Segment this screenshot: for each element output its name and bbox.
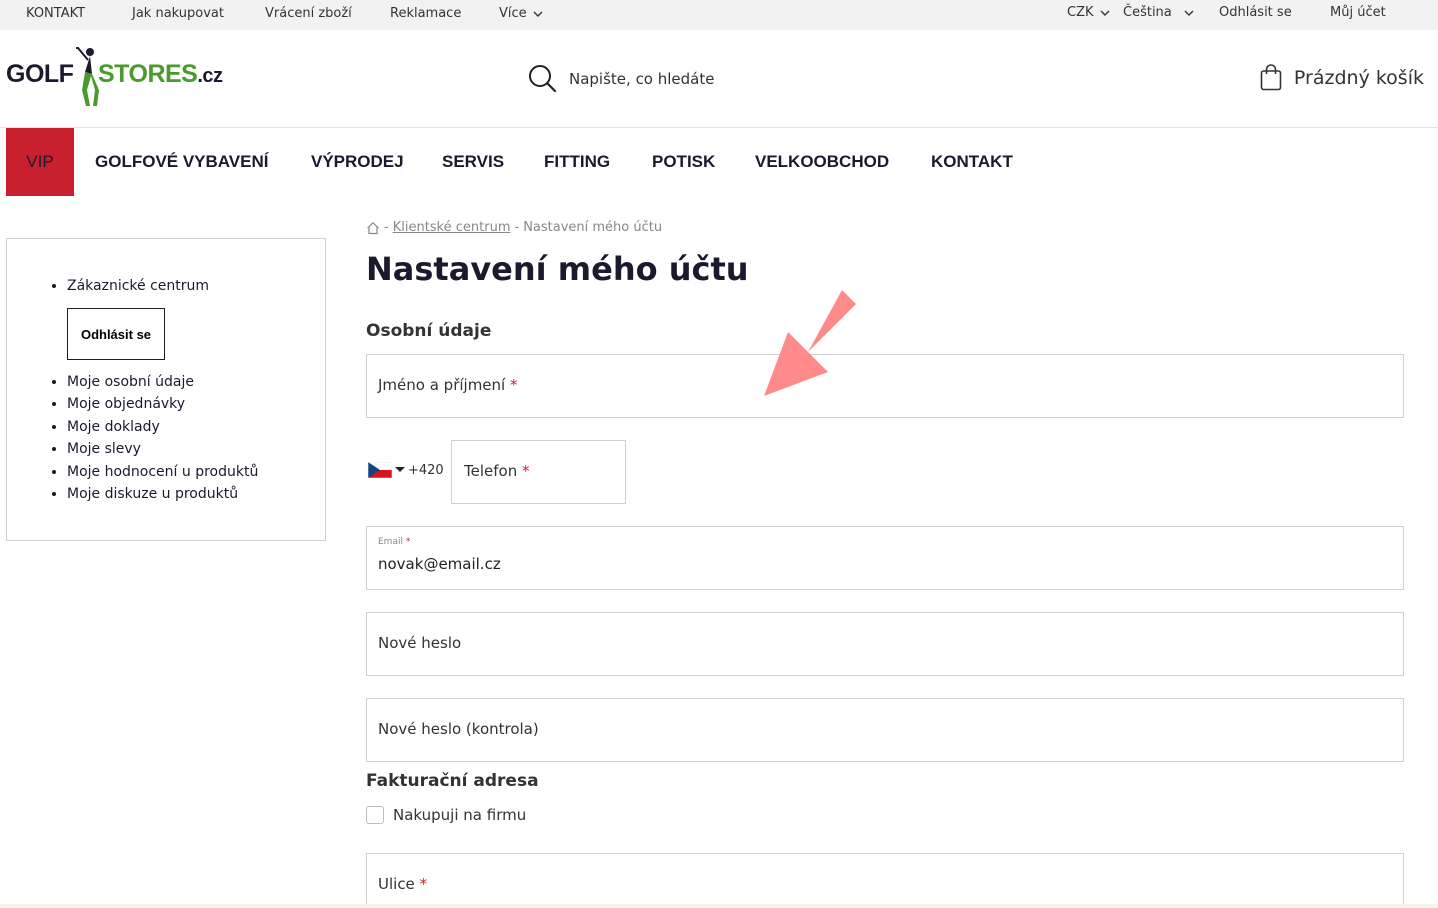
top-link-returns[interactable]: Vrácení zboží [265, 6, 352, 21]
nav-item-print[interactable]: POTISK [652, 128, 715, 196]
street-label: Ulice * [378, 875, 428, 893]
top-utility-bar: KONTAKT Jak nakupovat Vrácení zboží Rekl… [0, 0, 1438, 30]
sidebar-item-product-ratings[interactable]: Moje hodnocení u produktů [67, 461, 258, 483]
sidebar-item-personal-info[interactable]: Moje osobní údaje [67, 371, 258, 393]
sidebar-list-top: Zákaznické centrum [67, 275, 209, 297]
top-link-how-to-buy[interactable]: Jak nakupovat [132, 6, 224, 21]
shopping-bag-icon [1260, 64, 1282, 91]
new-password-confirm-field[interactable]: Nové heslo (kontrola) [366, 698, 1404, 762]
chevron-down-icon [1184, 10, 1194, 16]
top-link-complaints[interactable]: Reklamace [390, 6, 461, 21]
logo-text-golf: GOLF [6, 60, 74, 88]
chevron-down-icon [533, 11, 543, 17]
nav-item-service[interactable]: SERVIS [442, 128, 504, 196]
company-purchase-checkbox-row[interactable]: Nakupuji na firmu [366, 806, 526, 824]
annotation-arrow-icon [764, 290, 856, 396]
full-name-field[interactable]: Jméno a příjmení * [366, 354, 1404, 418]
breadcrumb-link-client-center[interactable]: Klientské centrum [393, 220, 511, 235]
email-label: Email * [378, 537, 411, 547]
phone-country-selector[interactable]: +420 [368, 462, 444, 478]
chevron-down-icon [1100, 10, 1110, 16]
sidebar-item-customer-center[interactable]: Zákaznické centrum [67, 275, 209, 297]
full-name-label: Jméno a příjmení * [378, 376, 518, 394]
currency-label: CZK [1067, 5, 1094, 20]
search-input[interactable]: Napište, co hledáte [569, 70, 714, 88]
top-link-my-account[interactable]: Můj účet [1330, 5, 1386, 20]
czech-flag-icon [368, 462, 392, 478]
nav-item-sale[interactable]: VÝPRODEJ [311, 128, 404, 196]
sidebar-item-documents[interactable]: Moje doklady [67, 416, 258, 438]
top-link-contact[interactable]: KONTAKT [26, 6, 85, 21]
bottom-strip [0, 904, 1438, 908]
section-title-billing: Fakturační adresa [366, 771, 539, 791]
cart-button[interactable]: Prázdný košík [1260, 64, 1424, 91]
site-header: GOLF STORES.cz Napište, co hledáte Prázd… [0, 30, 1438, 128]
sidebar-logout-button[interactable]: Odhlásit se [67, 308, 165, 360]
search-icon [529, 65, 557, 93]
logo-text-stores: STORES.cz [98, 60, 223, 88]
nav-item-contact[interactable]: KONTAKT [931, 128, 1013, 196]
home-icon[interactable] [366, 221, 380, 235]
email-value: novak@email.cz [378, 555, 501, 573]
phone-prefix-value: +420 [408, 462, 444, 478]
page-title: Nastavení mého účtu [366, 250, 749, 288]
top-link-logout[interactable]: Odhlásit se [1219, 5, 1292, 20]
email-field[interactable]: Email * novak@email.cz [366, 526, 1404, 590]
section-title-personal: Osobní údaje [366, 321, 492, 341]
sidebar-item-discounts[interactable]: Moje slevy [67, 438, 258, 460]
sidebar-list: Moje osobní údaje Moje objednávky Moje d… [67, 371, 258, 505]
main-nav: VIP GOLFOVÉ VYBAVENÍ VÝPRODEJ SERVIS FIT… [0, 128, 1438, 196]
top-more-dropdown[interactable]: Více [499, 6, 543, 21]
company-purchase-label: Nakupuji na firmu [393, 806, 527, 824]
caret-down-icon [395, 467, 405, 472]
breadcrumb: - Klientské centrum - Nastavení mého účt… [366, 220, 662, 235]
search-box[interactable]: Napište, co hledáte [528, 64, 714, 93]
company-purchase-checkbox[interactable] [366, 806, 384, 824]
account-sidebar: Zákaznické centrum Odhlásit se Moje osob… [6, 238, 326, 541]
new-password-field[interactable]: Nové heslo [366, 612, 1404, 676]
nav-item-vip[interactable]: VIP [6, 128, 74, 196]
top-more-label: Více [499, 6, 527, 21]
sidebar-item-orders[interactable]: Moje objednávky [67, 393, 258, 415]
breadcrumb-current: Nastavení mého účtu [523, 220, 663, 235]
language-label: Čeština [1123, 5, 1172, 20]
phone-label: Telefon * [464, 462, 530, 480]
breadcrumb-separator: - [514, 220, 520, 235]
phone-field[interactable]: Telefon * [451, 440, 626, 504]
cart-label: Prázdný košík [1293, 66, 1424, 89]
nav-item-golf-equipment[interactable]: GOLFOVÉ VYBAVENÍ [95, 128, 269, 196]
nav-item-fitting[interactable]: FITTING [544, 128, 610, 196]
street-field[interactable]: Ulice * [366, 853, 1404, 908]
breadcrumb-separator: - [384, 220, 389, 235]
new-password-label: Nové heslo [378, 634, 462, 652]
nav-item-wholesale[interactable]: VELKOOBCHOD [755, 128, 889, 196]
sidebar-item-product-discussions[interactable]: Moje diskuze u produktů [67, 483, 258, 505]
site-logo[interactable]: GOLF STORES.cz [6, 44, 236, 108]
new-password-confirm-label: Nové heslo (kontrola) [378, 720, 539, 738]
language-dropdown[interactable]: Čeština [1123, 5, 1194, 20]
currency-dropdown[interactable]: CZK [1067, 5, 1110, 20]
